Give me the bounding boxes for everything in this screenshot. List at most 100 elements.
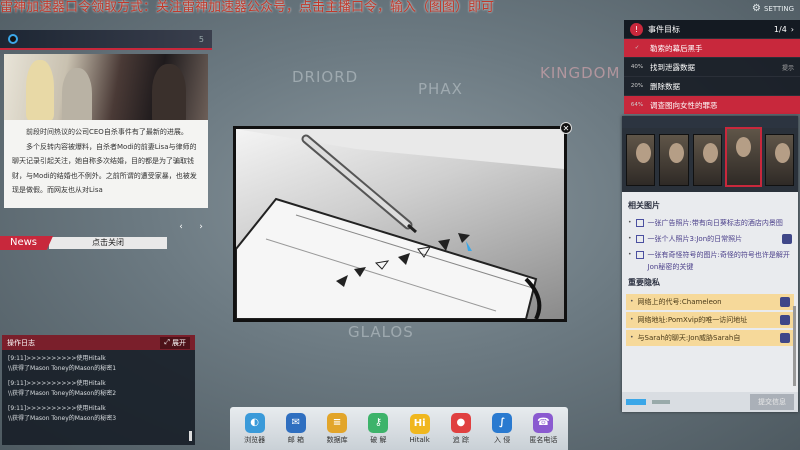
news-footer: News 点击关闭 bbox=[0, 236, 168, 250]
goal-label: 找到泄露数据 bbox=[650, 62, 695, 72]
lock-icon[interactable] bbox=[780, 297, 790, 307]
news-close-button[interactable]: 点击关闭 bbox=[49, 237, 168, 249]
portrait-thumbnail[interactable] bbox=[692, 134, 723, 186]
gear-icon: ⚙ bbox=[752, 3, 761, 14]
news-article: 前段时间热议的公司CEO自杀事件有了最新的进展。 多个反转内容被爆料，自杀者Mo… bbox=[4, 120, 208, 208]
checkbox[interactable] bbox=[635, 251, 644, 259]
submit-info-button[interactable]: 提交信息 bbox=[750, 394, 794, 410]
goal-item[interactable]: 64% 调查图向女性的罪恶 bbox=[624, 95, 800, 114]
image-viewer bbox=[233, 126, 567, 322]
privacy-item[interactable]: • 网络地址:PomXvip的唯一访问地址 bbox=[626, 312, 794, 328]
lock-icon[interactable] bbox=[782, 234, 792, 244]
dock-app-track[interactable]: ● 追 踪 bbox=[442, 412, 480, 445]
prev-arrow-icon[interactable]: ‹ bbox=[174, 220, 188, 234]
map-label-driord: DRIORD bbox=[292, 68, 359, 86]
lock-icon[interactable] bbox=[780, 315, 790, 325]
goal-label: 勒索的幕后黑手 bbox=[650, 43, 703, 53]
news-counter: 5 bbox=[198, 34, 204, 44]
evidence-tab-strip bbox=[622, 116, 798, 128]
log-expand-button[interactable]: ⤢ 展开 bbox=[160, 336, 190, 349]
goal-hint-link[interactable]: 提示 bbox=[782, 63, 794, 72]
evidence-text: 一张个人照片3:Jon的日常照片 bbox=[647, 235, 743, 243]
goal-item[interactable]: 20% 删除数据 bbox=[624, 76, 800, 95]
log-entry-detail: \\获得了Mason Toney的Mason的秘密3 bbox=[8, 415, 117, 422]
dock-app-hitalk[interactable]: Hi Hitalk bbox=[401, 413, 439, 444]
news-image bbox=[4, 54, 208, 120]
goals-header: ! 事件目标 1/4 › bbox=[624, 20, 800, 38]
browser-icon: ◐ bbox=[244, 412, 265, 433]
evidence-text: 一张有奇怪符号的图片:奇怪的符号也许是解开Jon秘密的关键 bbox=[647, 251, 790, 271]
map-label-glalos: GLALOS bbox=[348, 323, 414, 341]
hack-icon: ∫ bbox=[492, 412, 513, 433]
settings-label: SETTING bbox=[763, 4, 794, 13]
goal-percent: 20% bbox=[630, 83, 644, 89]
phone-icon: ☎ bbox=[533, 412, 554, 433]
dock-app-label: 邮 箱 bbox=[287, 435, 304, 444]
log-entry: [9:11]>>>>>>>>>>使用Hitalk \\获得了Mason Tone… bbox=[8, 404, 189, 424]
close-icon[interactable]: ✕ bbox=[560, 122, 572, 134]
database-icon: ≡ bbox=[327, 412, 348, 433]
next-arrow-icon[interactable]: › bbox=[194, 220, 208, 234]
dock-app-label: 匿名电话 bbox=[529, 435, 558, 444]
portrait-thumbnail[interactable] bbox=[764, 134, 794, 186]
log-title: 操作日志 bbox=[7, 338, 35, 347]
checkbox[interactable] bbox=[635, 235, 644, 243]
goal-item[interactable]: ✓ 勒索的幕后黑手 bbox=[624, 38, 800, 57]
evidence-scrollbar[interactable] bbox=[793, 306, 796, 386]
app-dock: ◐ 浏览器 ✉ 邮 箱 ≡ 数据库 ⚷ 破 解 Hi Hitalk ● 追 踪 ∫ 入 侵 ☎… bbox=[230, 407, 568, 450]
dock-app-mail[interactable]: ✉ 邮 箱 bbox=[277, 412, 315, 445]
dock-app-database[interactable]: ≡ 数据库 bbox=[318, 412, 356, 445]
goal-percent: 64% bbox=[630, 102, 644, 108]
goals-title: 事件目标 bbox=[648, 24, 680, 34]
log-entry-detail: \\获得了Mason Toney的Mason的秘密2 bbox=[8, 390, 117, 397]
log-entry: [9:11]>>>>>>>>>>使用Hitalk \\获得了Mason Tone… bbox=[8, 354, 189, 374]
goal-item[interactable]: 40% 找到泄露数据 提示 bbox=[624, 57, 800, 76]
portrait-thumbnail[interactable] bbox=[626, 134, 656, 186]
portrait-selected[interactable] bbox=[726, 128, 761, 186]
evidence-body: 相关图片 • 一张广告照片:带有向日葵标志的酒店内景图 • 一张个人照片3:Jo… bbox=[622, 192, 798, 346]
dock-app-label: 入 侵 bbox=[494, 435, 511, 444]
section-privacy: 重要隐私 bbox=[628, 278, 660, 287]
dock-app-browser[interactable]: ◐ 浏览器 bbox=[236, 412, 274, 445]
dock-app-label: 追 踪 bbox=[452, 435, 469, 444]
evidence-image-item[interactable]: • 一张个人照片3:Jon的日常照片 bbox=[628, 233, 792, 245]
checkbox[interactable] bbox=[635, 219, 644, 227]
chevron-right-icon[interactable]: › bbox=[791, 25, 794, 34]
log-expand-label: 展开 bbox=[172, 338, 186, 347]
evidence-image-item[interactable]: • 一张有奇怪符号的图片:奇怪的符号也许是解开Jon秘密的关键 bbox=[628, 249, 792, 273]
dock-app-label: 破 解 bbox=[370, 435, 387, 444]
notebook-image bbox=[236, 129, 564, 319]
status-indicator bbox=[652, 400, 670, 404]
character-portraits bbox=[622, 128, 798, 192]
dock-app-label: 浏览器 bbox=[244, 435, 266, 444]
goals-progress: 1/4 bbox=[773, 24, 787, 34]
expand-icon: ⤢ bbox=[164, 338, 170, 346]
event-goals-panel: ! 事件目标 1/4 › ✓ 勒索的幕后黑手 40% 找到泄露数据 提示 20%… bbox=[624, 20, 800, 114]
log-scrollbar[interactable] bbox=[189, 431, 192, 441]
news-paragraph: 多个反转内容被爆料，自杀者Modi的前妻Lisa与律师的聊天记录引起关注，她自称… bbox=[12, 142, 197, 195]
lock-icon[interactable] bbox=[780, 333, 790, 343]
privacy-item[interactable]: • 与Sarah的聊天:Jon威胁Sarah自 bbox=[626, 330, 794, 346]
map-label-kingdom: KINGDOM bbox=[540, 64, 621, 82]
evidence-footer: 提交信息 bbox=[622, 392, 798, 412]
map-label-phax: PHAX bbox=[418, 80, 463, 98]
track-icon: ● bbox=[450, 412, 471, 433]
log-header: 操作日志 ⤢ 展开 bbox=[2, 335, 195, 350]
privacy-item[interactable]: • 网络上的代号:Chameleon bbox=[626, 294, 794, 310]
settings-button[interactable]: ⚙ SETTING bbox=[752, 3, 794, 14]
evidence-image-item[interactable]: • 一张广告照片:带有向日葵标志的酒店内景图 bbox=[628, 217, 792, 229]
dock-app-phone[interactable]: ☎ 匿名电话 bbox=[524, 412, 562, 445]
section-related-images: 相关图片 bbox=[628, 201, 660, 210]
news-pagination: ‹ › bbox=[174, 220, 208, 234]
news-logo-icon bbox=[8, 34, 18, 44]
evidence-panel: 相关图片 • 一张广告照片:带有向日葵标志的酒店内景图 • 一张个人照片3:Jo… bbox=[622, 116, 798, 412]
info-icon[interactable]: ! bbox=[630, 22, 643, 36]
portrait-thumbnail[interactable] bbox=[659, 134, 689, 186]
dock-app-hack[interactable]: ∫ 入 侵 bbox=[483, 412, 521, 445]
operation-log-panel: 操作日志 ⤢ 展开 [9:11]>>>>>>>>>>使用Hitalk \\获得了… bbox=[2, 335, 195, 445]
log-entry-time: [9:11]>>>>>>>>>>使用Hitalk bbox=[8, 380, 106, 387]
log-entry: [9:11]>>>>>>>>>>使用Hitalk \\获得了Mason Tone… bbox=[8, 379, 189, 399]
goal-percent: 40% bbox=[630, 64, 644, 70]
dock-app-label: Hitalk bbox=[409, 435, 430, 444]
dock-app-crack[interactable]: ⚷ 破 解 bbox=[359, 412, 397, 445]
